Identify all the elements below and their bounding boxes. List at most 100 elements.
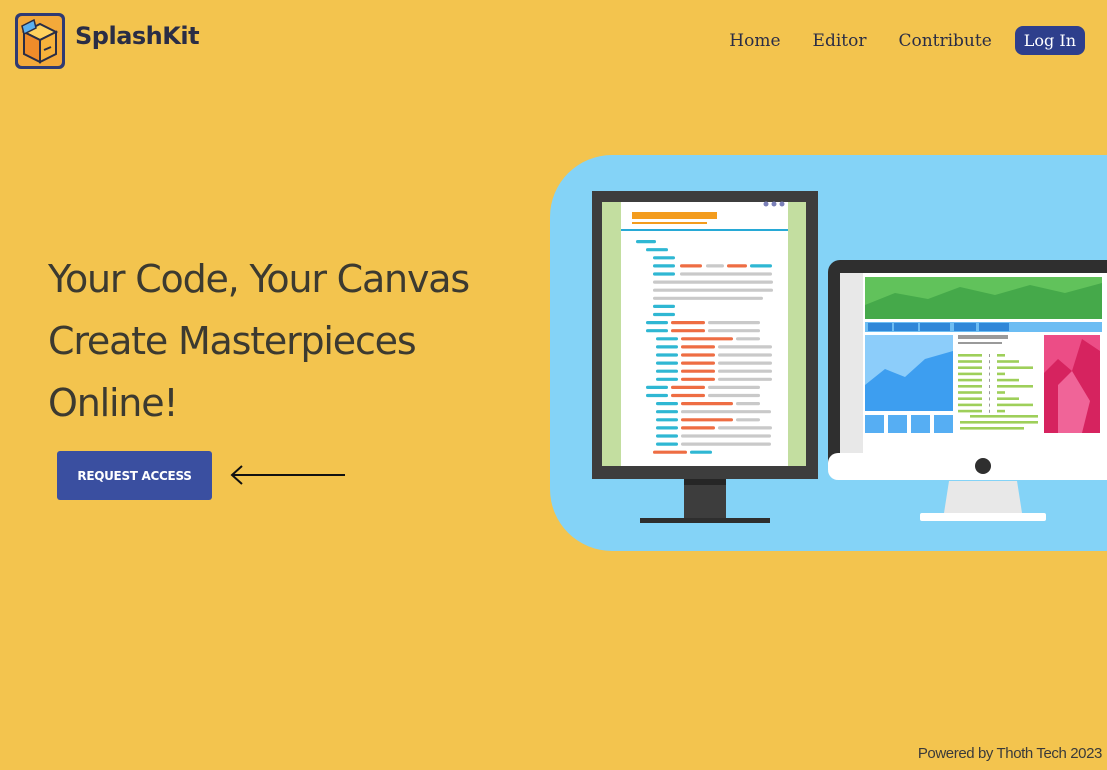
code-line (681, 434, 771, 438)
dash-line (997, 372, 1005, 376)
code-line (736, 337, 760, 341)
code-line (681, 426, 715, 430)
dash-line (960, 421, 1038, 424)
dash-line (997, 354, 1005, 357)
dash-separator (989, 354, 990, 357)
code-line (718, 369, 772, 373)
dash-separator (989, 360, 990, 364)
code-line (681, 377, 715, 381)
headline-line-3: Online! (48, 381, 179, 425)
dash-line (997, 360, 1019, 363)
code-line (671, 321, 705, 325)
brand-name[interactable]: SplashKit (75, 22, 200, 50)
code-line (653, 304, 675, 308)
code-line (636, 240, 656, 244)
code-line (656, 353, 678, 357)
dash-line (960, 427, 1024, 430)
code-line (718, 426, 772, 430)
code-line (681, 442, 771, 446)
dash-line (997, 366, 1033, 369)
code-line (653, 280, 773, 284)
dash-line (997, 409, 1005, 413)
nav-editor[interactable]: Editor (813, 31, 867, 51)
dash-line (997, 397, 1019, 400)
dash-line (958, 409, 982, 413)
request-access-button[interactable]: REQUEST ACCESS (57, 451, 212, 500)
dash-separator (989, 397, 990, 401)
code-line (681, 361, 715, 365)
code-line (708, 329, 760, 333)
dash-separator (989, 378, 990, 382)
monitors-illustration (550, 155, 1107, 551)
code-line (653, 256, 675, 260)
code-line (690, 450, 712, 454)
code-line (646, 321, 668, 325)
dash-line (970, 415, 1038, 418)
code-line (681, 337, 733, 341)
dash-line (958, 391, 982, 394)
left-arrow-icon (230, 465, 345, 485)
code-line (656, 345, 678, 349)
footer-credit: Powered by Thoth Tech 2023 (917, 745, 1103, 762)
hero-headline: Your Code, Your Canvas Create Masterpiec… (48, 248, 528, 434)
dash-line (958, 360, 982, 363)
dash-line (958, 372, 982, 376)
headline-line-1: Your Code, Your Canvas (48, 257, 470, 301)
code-line (656, 377, 678, 381)
dash-line (997, 403, 1033, 407)
nav-home[interactable]: Home (729, 31, 780, 51)
code-line (653, 264, 675, 268)
nav-contribute[interactable]: Contribute (898, 31, 991, 51)
code-line (708, 393, 760, 398)
dash-separator (989, 366, 990, 370)
dash-line (958, 385, 982, 388)
code-line (727, 264, 747, 268)
dash-line (958, 366, 982, 369)
code-line (653, 450, 687, 454)
code-line (656, 442, 678, 446)
code-line (681, 369, 715, 373)
code-monitor (592, 191, 818, 523)
code-line (681, 402, 733, 406)
dash-line (958, 397, 982, 400)
dash-line (997, 378, 1019, 382)
code-line (718, 353, 772, 357)
dash-separator (989, 372, 990, 376)
code-line (681, 410, 771, 414)
code-line (681, 345, 715, 349)
dash-separator (989, 403, 990, 407)
code-line (656, 361, 678, 365)
code-line (706, 264, 724, 268)
code-line (656, 434, 678, 438)
splashkit-logo-icon[interactable] (14, 12, 66, 70)
code-line (718, 377, 772, 381)
code-line (680, 272, 772, 276)
code-line (681, 353, 715, 357)
dash-line (958, 403, 982, 407)
code-line (718, 345, 772, 349)
login-button[interactable]: Log In (1014, 26, 1085, 55)
headline-line-2: Create Masterpieces (48, 319, 417, 363)
code-line (671, 393, 705, 398)
code-line (750, 264, 772, 268)
main-nav: Home Editor Contribute Log In (729, 26, 1085, 55)
dash-separator (989, 409, 990, 413)
dash-line (958, 354, 982, 357)
code-line (653, 296, 763, 300)
code-line (656, 426, 678, 430)
code-line (653, 312, 675, 317)
code-line (646, 329, 668, 333)
dash-line (958, 378, 982, 382)
code-line (736, 418, 760, 422)
code-line (646, 248, 668, 252)
code-line (708, 385, 760, 389)
code-line (656, 369, 678, 373)
code-line (681, 418, 733, 422)
code-line (708, 321, 760, 325)
code-line (656, 402, 678, 406)
dash-separator (989, 385, 990, 388)
code-line (680, 264, 702, 268)
code-line (671, 385, 705, 389)
code-line (736, 402, 760, 406)
code-line (656, 418, 678, 422)
